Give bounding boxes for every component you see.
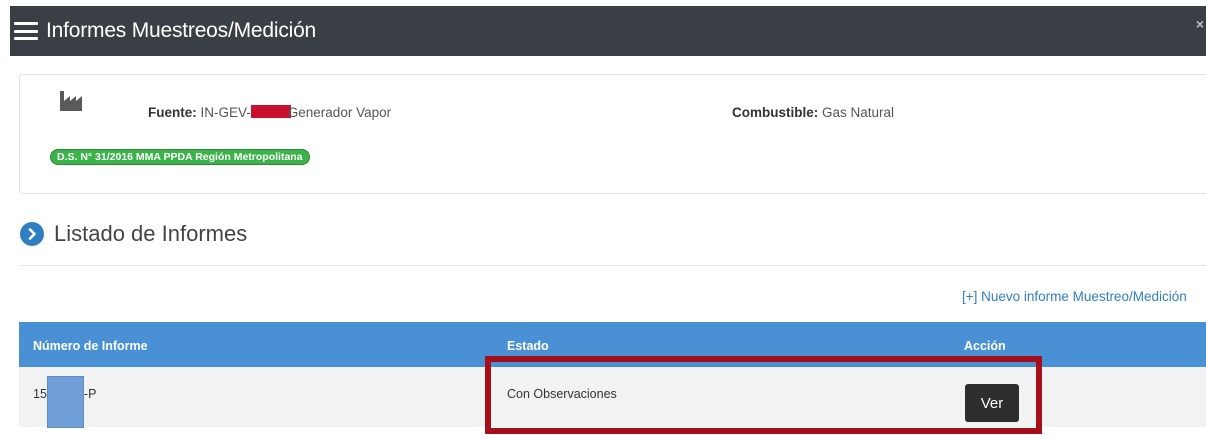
- fuente-label: Fuente:: [148, 105, 197, 120]
- redaction-mark: [250, 105, 291, 118]
- redaction-mark: [46, 376, 84, 428]
- column-header-accion: Acción: [964, 339, 1006, 353]
- factory-icon: [60, 91, 82, 111]
- divider: [19, 265, 1206, 266]
- report-number-prefix: 15: [33, 387, 47, 401]
- combustible-value: Gas Natural: [822, 105, 895, 120]
- highlight-box: [485, 356, 1042, 434]
- fuente-field: Fuente: IN-GEV- Generador Vapor: [148, 105, 391, 120]
- report-number: 15 -P: [33, 376, 97, 428]
- new-report-link[interactable]: [+] Nuevo informe Muestreo/Medición: [962, 289, 1187, 304]
- window-title: Informes Muestreos/Medición: [46, 19, 317, 42]
- close-icon[interactable]: ×: [1196, 16, 1204, 32]
- fuente-prefix: IN-GEV-: [200, 105, 251, 120]
- report-number-suffix: -P: [83, 387, 97, 401]
- section-title: Listado de Informes: [54, 221, 248, 246]
- section-header: Listado de Informes: [20, 221, 247, 247]
- fuente-suffix: Generador Vapor: [287, 105, 392, 120]
- column-header-estado: Estado: [507, 339, 549, 353]
- column-header-numero: Número de Informe: [33, 339, 148, 353]
- regulation-badge: D.S. N° 31/2016 MMA PPDA Región Metropol…: [50, 149, 310, 165]
- combustible-label: Combustible:: [732, 105, 819, 120]
- source-info-panel: Fuente: IN-GEV- Generador Vapor Combustib…: [19, 74, 1206, 194]
- menu-icon[interactable]: [14, 22, 38, 40]
- chevron-right-circle-icon: [20, 222, 44, 246]
- window-titlebar: Informes Muestreos/Medición ×: [10, 6, 1206, 56]
- combustible-field: Combustible: Gas Natural: [732, 105, 894, 120]
